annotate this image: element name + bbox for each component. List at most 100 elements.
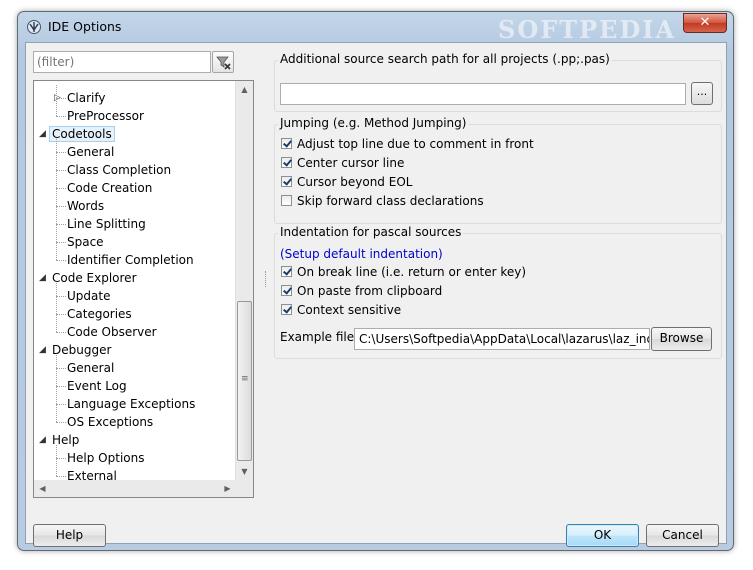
tree-node-help-options[interactable]: Help Options xyxy=(67,449,144,467)
tree-connector xyxy=(56,116,66,117)
tree-connector xyxy=(56,445,57,476)
lazarus-app-icon xyxy=(27,20,41,34)
tree-connector xyxy=(56,98,66,99)
search-path-browse-button[interactable]: ... xyxy=(691,82,713,105)
example-browse-button[interactable]: Browse xyxy=(651,327,712,351)
collapse-arrow-icon[interactable]: ◢ xyxy=(39,346,48,355)
softpedia-watermark: SOFTPEDIA xyxy=(498,15,677,44)
scroll-down-icon[interactable]: ▼ xyxy=(236,463,253,480)
scroll-right-icon[interactable]: ▶ xyxy=(219,480,236,497)
checkbox-checked-icon[interactable] xyxy=(281,304,292,315)
filter-input[interactable] xyxy=(37,53,207,71)
cancel-button[interactable]: Cancel xyxy=(646,524,719,547)
tree-node-label: Line Splitting xyxy=(67,217,146,231)
checkbox-checked-icon[interactable] xyxy=(281,157,292,168)
tree-connector xyxy=(56,476,66,477)
example-file-value: C:\Users\Softpedia\AppData\Local\lazarus… xyxy=(359,332,649,346)
title-bar[interactable]: IDE Options SOFTPEDIA ✕ xyxy=(18,12,733,44)
tree-node-code-creation[interactable]: Code Creation xyxy=(67,179,152,197)
tree-connector xyxy=(56,368,66,369)
tree-node-label: Event Log xyxy=(67,379,127,393)
tree-vertical-scrollbar[interactable]: ▲ ≡ ▼ xyxy=(235,81,253,480)
tree-node-words[interactable]: Words xyxy=(67,197,104,215)
tree-horizontal-scrollbar[interactable]: ◀ ▶ xyxy=(34,480,236,497)
tree-node-os-exceptions[interactable]: OS Exceptions xyxy=(67,413,153,431)
tree-node-line-splitting[interactable]: Line Splitting xyxy=(67,215,146,233)
search-path-input[interactable] xyxy=(280,83,686,105)
tree-connector xyxy=(56,386,66,387)
tree-node-class-completion[interactable]: Class Completion xyxy=(67,161,171,179)
checkbox-label: Center cursor line xyxy=(297,156,405,170)
tree-node-codetools[interactable]: Codetools xyxy=(49,125,115,143)
checkbox-checked-icon[interactable] xyxy=(281,266,292,277)
tree-connector xyxy=(56,296,66,297)
setup-indentation-link[interactable]: (Setup default indentation) xyxy=(280,247,443,261)
example-file-input[interactable]: C:\Users\Softpedia\AppData\Local\lazarus… xyxy=(354,328,650,350)
tree-node-label: Help Options xyxy=(67,451,145,465)
tree-node-label: OS Exceptions xyxy=(67,415,154,429)
checkbox-label: On paste from clipboard xyxy=(297,284,443,298)
tree-node-label: Code Creation xyxy=(67,181,153,195)
tree-node-label: Class Completion xyxy=(67,163,172,177)
tree-node-code-explorer[interactable]: Code Explorer xyxy=(52,269,137,287)
tree-connector xyxy=(56,152,66,153)
tree-node-label: Identifier Completion xyxy=(67,253,194,267)
tree-connector xyxy=(56,242,66,243)
window-title: IDE Options xyxy=(48,19,122,34)
options-tree[interactable]: Clarify ▷ PreProcessor Codetools ◢ General Cla… xyxy=(33,80,254,498)
tree-connector xyxy=(56,458,66,459)
tree-node-event-log[interactable]: Event Log xyxy=(67,377,127,395)
collapse-arrow-icon[interactable]: ◢ xyxy=(39,130,48,139)
collapse-arrow-icon[interactable]: ◢ xyxy=(39,436,48,445)
tree-node-label: Words xyxy=(67,199,105,213)
tree-node-clarify[interactable]: Clarify xyxy=(67,89,105,107)
tree-node-categories[interactable]: Categories xyxy=(67,305,132,323)
jumping-title: Jumping (e.g. Method Jumping) xyxy=(278,116,469,130)
tree-node-general[interactable]: General xyxy=(67,359,114,377)
tree-node-label: Debugger xyxy=(52,343,112,357)
ok-button[interactable]: OK xyxy=(566,524,639,547)
filter-box[interactable] xyxy=(33,51,211,73)
checkbox-label: Context sensitive xyxy=(297,303,402,317)
indentation-title: Indentation for pascal sources xyxy=(278,225,464,239)
search-path-title: Additional source search path for all pr… xyxy=(278,52,612,66)
tree-node-debugger[interactable]: Debugger xyxy=(52,341,111,359)
checkbox-label: Skip forward class declarations xyxy=(297,194,484,208)
tree-node-general[interactable]: General xyxy=(67,143,114,161)
tree-connector xyxy=(56,206,66,207)
panel-splitter[interactable] xyxy=(265,271,268,287)
tree-node-language-exceptions[interactable]: Language Exceptions xyxy=(67,395,195,413)
close-icon: ✕ xyxy=(699,15,711,30)
tree-connector xyxy=(56,260,66,261)
scroll-left-icon[interactable]: ◀ xyxy=(34,480,51,497)
collapse-arrow-icon[interactable]: ◢ xyxy=(39,274,48,283)
tree-node-update[interactable]: Update xyxy=(67,287,110,305)
checkbox-label: Adjust top line due to comment in front xyxy=(297,137,534,151)
tree-node-label: PreProcessor xyxy=(67,109,144,123)
tree-node-preprocessor[interactable]: PreProcessor xyxy=(67,107,144,125)
tree-connector xyxy=(56,283,57,332)
tree-connector xyxy=(56,170,66,171)
tree-connector xyxy=(56,85,57,116)
scroll-up-icon[interactable]: ▲ xyxy=(236,81,253,98)
tree-node-label: Language Exceptions xyxy=(67,397,196,411)
checkbox-checked-icon[interactable] xyxy=(281,138,292,149)
close-button[interactable]: ✕ xyxy=(683,13,727,33)
scroll-corner xyxy=(236,480,253,497)
scroll-grip-icon: ≡ xyxy=(241,374,249,384)
tree-node-space[interactable]: Space xyxy=(67,233,104,251)
checkbox-unchecked-icon[interactable] xyxy=(281,195,292,206)
tree-node-code-observer[interactable]: Code Observer xyxy=(67,323,157,341)
example-file-label: Example file: xyxy=(280,330,359,344)
help-button[interactable]: Help xyxy=(33,524,106,547)
filter-clear-icon xyxy=(216,56,231,70)
tree-node-label: Codetools xyxy=(49,126,115,142)
scroll-thumb[interactable]: ≡ xyxy=(237,301,252,461)
checkbox-checked-icon[interactable] xyxy=(281,285,292,296)
tree-node-identifier-completion[interactable]: Identifier Completion xyxy=(67,251,194,269)
tree-connector xyxy=(56,314,66,315)
checkbox-checked-icon[interactable] xyxy=(281,176,292,187)
tree-connector xyxy=(56,188,66,189)
tree-connector xyxy=(56,355,57,422)
clear-filter-button[interactable] xyxy=(212,51,234,73)
